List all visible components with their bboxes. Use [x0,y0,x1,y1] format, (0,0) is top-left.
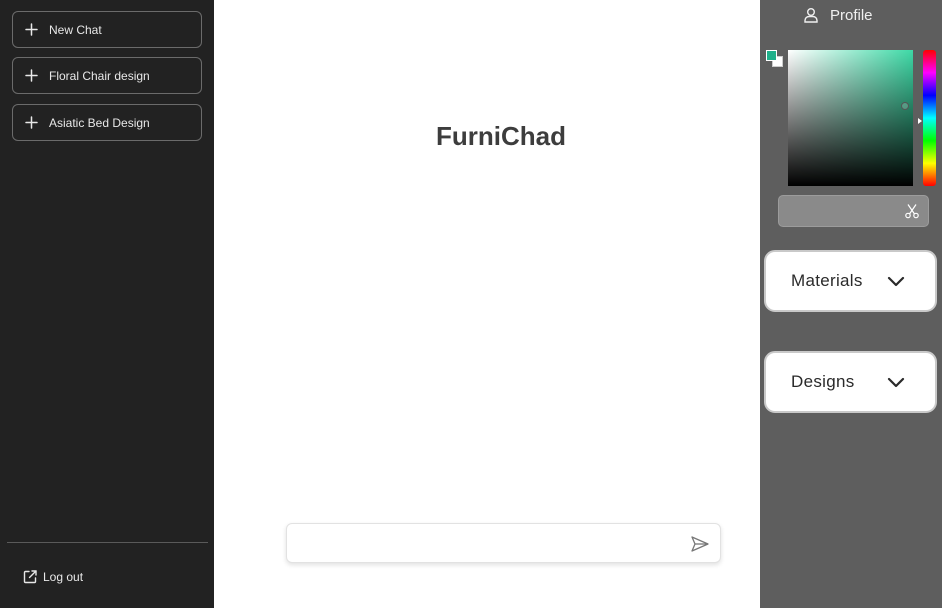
profile-label: Profile [830,6,873,24]
right-panel: Profile Materials Designs [760,0,942,608]
logout-label: Log out [43,570,84,584]
color-hex-input[interactable] [787,202,897,222]
send-icon[interactable] [690,534,710,554]
scissors-icon[interactable] [904,203,920,219]
main-chat-area: FurniChad [214,0,760,608]
chat-item-asiatic-bed[interactable]: Asiatic Bed Design [12,104,202,141]
chat-label: Floral Chair design [49,68,150,83]
logout-button[interactable]: Log out [22,569,83,585]
color-picker-cursor[interactable] [901,102,909,110]
color-hex-field [778,195,929,227]
primary-color-swatch[interactable] [766,50,777,61]
chat-label: Asiatic Bed Design [49,115,150,130]
profile-button[interactable]: Profile [802,6,873,24]
plus-icon [13,69,49,82]
materials-dropdown[interactable]: Materials [764,250,937,312]
chat-label: New Chat [49,22,102,37]
chevron-down-icon [886,274,906,288]
sidebar-divider [7,542,208,543]
chevron-down-icon [886,375,906,389]
app-title: FurniChad [436,121,566,151]
chat-input-box [286,523,721,563]
materials-label: Materials [791,271,863,290]
chat-item-floral-chair[interactable]: Floral Chair design [12,57,202,94]
plus-icon [13,23,49,36]
designs-label: Designs [791,372,855,391]
user-icon [802,6,820,24]
left-sidebar: New Chat Floral Chair design Asiatic Bed… [0,0,214,608]
hue-marker [918,118,922,124]
plus-icon [13,116,49,129]
external-link-icon [22,569,38,585]
saturation-value-field[interactable] [788,50,913,186]
new-chat-button[interactable]: New Chat [12,11,202,48]
hue-slider[interactable] [923,50,936,186]
chat-input[interactable] [297,532,677,556]
designs-dropdown[interactable]: Designs [764,351,937,413]
